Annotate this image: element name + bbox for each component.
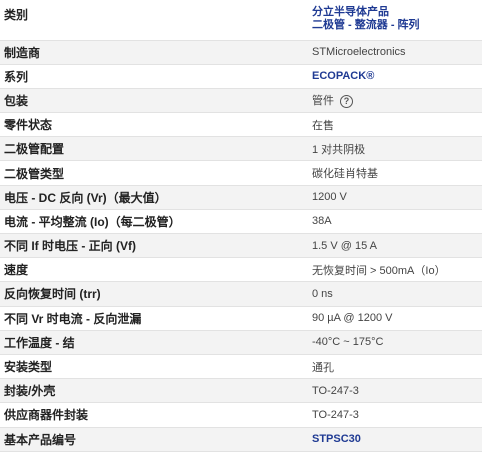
attr-row-series: 系列 ECOPACK® — [0, 64, 482, 89]
attr-label: 封装/外壳 — [0, 378, 308, 404]
attr-row-supplier-package: 供应商器件封装 TO-247-3 — [0, 402, 482, 428]
attr-label: 安装类型 — [0, 354, 308, 380]
attr-row-package: 包装 管件? — [0, 88, 482, 114]
package-value: 管件 — [312, 95, 334, 108]
attr-row-current-avg-rectified: 电流 - 平均整流 (Io)（每二极管） 38A — [0, 209, 482, 235]
product-attributes-table: 类别 分立半导体产品 二极管 - 整流器 - 阵列 制造商 STMicroele… — [0, 0, 482, 452]
attr-value: -40°C ~ 175°C — [308, 330, 482, 355]
attr-value: 在售 — [308, 112, 482, 138]
attr-value: 1 对共阴极 — [308, 136, 482, 162]
attr-label: 制造商 — [0, 40, 308, 65]
attr-label: 不同 Vr 时电流 - 反向泄漏 — [0, 306, 308, 331]
attr-value: STPSC30 — [308, 427, 482, 452]
attr-row-mounting-type: 安装类型 通孔 — [0, 354, 482, 380]
attr-label: 基本产品编号 — [0, 427, 308, 452]
attr-label: 供应商器件封装 — [0, 402, 308, 428]
attr-label: 系列 — [0, 64, 308, 89]
attr-value: 碳化硅肖特基 — [308, 160, 482, 186]
attr-label: 工作温度 - 结 — [0, 330, 308, 355]
attr-value: ECOPACK® — [308, 64, 482, 89]
attr-row-voltage-dc-reverse: 电压 - DC 反向 (Vr)（最大值） 1200 V — [0, 185, 482, 210]
attr-value: TO-247-3 — [308, 402, 482, 428]
attr-row-part-status: 零件状态 在售 — [0, 112, 482, 138]
attr-value: 通孔 — [308, 354, 482, 380]
attr-row-reverse-recovery-time: 反向恢复时间 (trr) 0 ns — [0, 281, 482, 307]
attr-row-diode-type: 二极管类型 碳化硅肖特基 — [0, 160, 482, 186]
attr-row-manufacturer: 制造商 STMicroelectronics — [0, 40, 482, 65]
attr-value: 分立半导体产品 二极管 - 整流器 - 阵列 — [308, 0, 482, 41]
attr-value: 0 ns — [308, 281, 482, 307]
attr-row-speed: 速度 无恢复时间 > 500mA（Io） — [0, 257, 482, 283]
attr-row-operating-temp: 工作温度 - 结 -40°C ~ 175°C — [0, 330, 482, 355]
attr-label: 速度 — [0, 257, 308, 283]
attr-label: 二极管配置 — [0, 136, 308, 162]
attr-value: 管件? — [308, 88, 482, 114]
attr-label: 不同 If 时电压 - 正向 (Vf) — [0, 233, 308, 259]
attr-row-package-case: 封装/外壳 TO-247-3 — [0, 378, 482, 404]
subcategory-link[interactable]: 二极管 - 整流器 - 阵列 — [312, 19, 482, 32]
attr-label: 类别 — [0, 0, 308, 41]
category-link[interactable]: 分立半导体产品 — [312, 6, 482, 19]
attr-label: 反向恢复时间 (trr) — [0, 281, 308, 307]
attr-value: STMicroelectronics — [308, 40, 482, 65]
series-link[interactable]: ECOPACK® — [312, 70, 374, 82]
base-part-number-link[interactable]: STPSC30 — [312, 433, 361, 445]
attr-label: 包装 — [0, 88, 308, 114]
attr-label: 二极管类型 — [0, 160, 308, 186]
attr-value: 90 µA @ 1200 V — [308, 306, 482, 331]
attr-value: 38A — [308, 209, 482, 235]
attr-label: 零件状态 — [0, 112, 308, 138]
attr-label: 电流 - 平均整流 (Io)（每二极管） — [0, 209, 308, 235]
attr-row-reverse-leakage: 不同 Vr 时电流 - 反向泄漏 90 µA @ 1200 V — [0, 306, 482, 331]
attr-value: 1.5 V @ 15 A — [308, 233, 482, 259]
attr-row-forward-voltage: 不同 If 时电压 - 正向 (Vf) 1.5 V @ 15 A — [0, 233, 482, 259]
attr-value: 1200 V — [308, 185, 482, 210]
attr-value: TO-247-3 — [308, 378, 482, 404]
attr-row-diode-config: 二极管配置 1 对共阴极 — [0, 136, 482, 162]
attr-row-category: 类别 分立半导体产品 二极管 - 整流器 - 阵列 — [0, 0, 482, 41]
help-icon[interactable]: ? — [340, 95, 353, 109]
attr-label: 电压 - DC 反向 (Vr)（最大值） — [0, 185, 308, 210]
attr-value: 无恢复时间 > 500mA（Io） — [308, 257, 482, 283]
attr-row-base-part-number: 基本产品编号 STPSC30 — [0, 427, 482, 452]
